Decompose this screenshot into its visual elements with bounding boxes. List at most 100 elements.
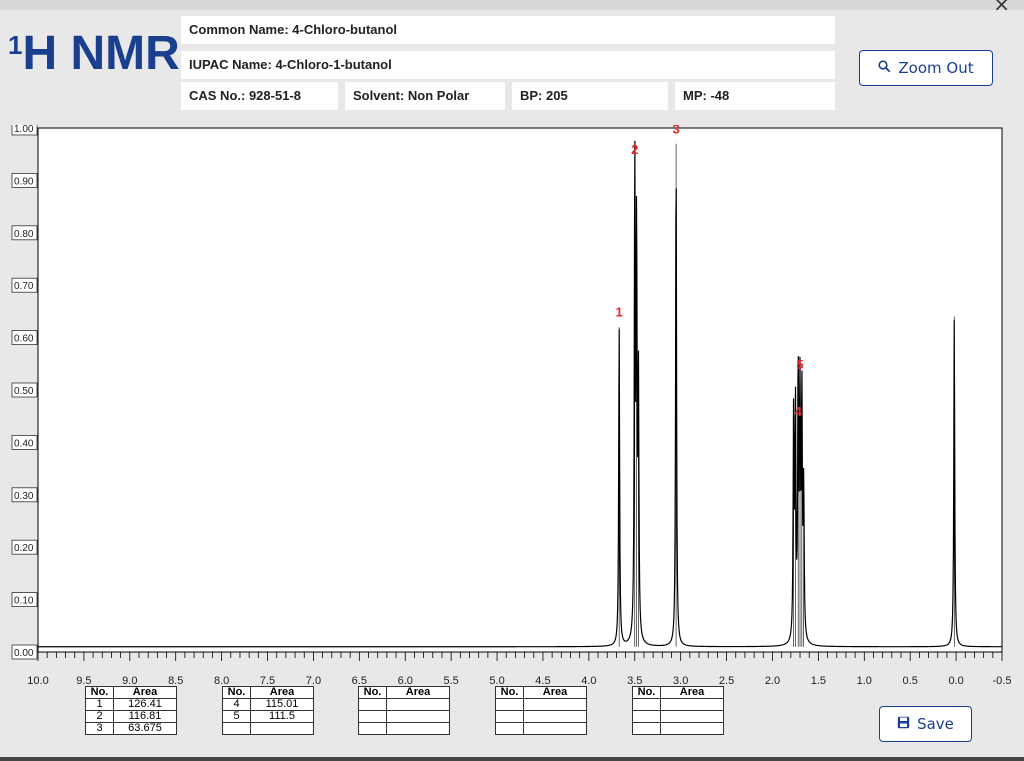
peak-number-cell <box>632 722 661 735</box>
peak-area-table: No. Area <box>495 686 587 735</box>
x-tick-label: 1.0 <box>857 675 872 687</box>
table-row: 4 115.01 <box>222 698 314 711</box>
peak-number-cell: 2 <box>85 710 114 723</box>
peak-area-cell: 116.81 <box>113 710 177 723</box>
table-row <box>358 710 450 723</box>
plot-area <box>37 127 1003 653</box>
peak-area-table: No. Area 1 126.41 2 116.81 3 63.675 <box>85 686 177 735</box>
table-header-no: No. <box>85 686 114 699</box>
spectrum-svg: 1.00 0.90 0.80 0.70 0.60 0.50 0.40 0.30 0.20 0.10… <box>11 120 1012 687</box>
x-tick-label: 1.5 <box>811 675 826 687</box>
table-header-no: No. <box>495 686 524 699</box>
x-tick-label: 0.0 <box>948 675 963 687</box>
y-tick-label: 0.20 <box>14 543 34 554</box>
table-row: 3 63.675 <box>85 722 177 735</box>
melting-point-field: MP: -48 <box>675 82 835 110</box>
y-tick-label: 0.00 <box>14 648 34 659</box>
table-header-area: Area <box>250 686 314 699</box>
peak-label: 3 <box>672 125 679 136</box>
peak-number-cell <box>495 722 524 735</box>
x-tick-label: -0.5 <box>993 675 1012 687</box>
y-tick-label: 0.90 <box>14 176 34 187</box>
peak-number-cell <box>358 710 387 723</box>
peak-area-table: No. Area <box>358 686 450 735</box>
y-tick-label: 0.40 <box>14 438 34 449</box>
peak-area-cell: 126.41 <box>113 698 177 711</box>
peak-area-cell <box>523 710 587 723</box>
table-row <box>495 710 587 723</box>
peak-area-cell <box>660 698 724 711</box>
y-tick-label: 0.70 <box>14 281 34 292</box>
peak-number-cell <box>495 710 524 723</box>
zoom-out-label: Zoom Out <box>898 59 974 77</box>
nmr-logo: 1H NMR <box>8 30 180 78</box>
peak-area-cell <box>386 710 450 723</box>
y-tick-label: 0.80 <box>14 229 34 240</box>
peak-label: 5 <box>796 357 803 372</box>
peak-area-cell <box>523 698 587 711</box>
window-bottom-edge <box>0 757 1024 761</box>
table-row: 1 126.41 <box>85 698 177 711</box>
peak-number-cell <box>222 722 251 735</box>
peak-area-cell <box>660 710 724 723</box>
table-row: 5 111.5 <box>222 710 314 723</box>
table-header-area: Area <box>660 686 724 699</box>
peak-label: 2 <box>631 142 638 157</box>
logo-superscript: 1 <box>8 30 23 60</box>
peak-number-cell <box>632 710 661 723</box>
y-tick-label: 0.10 <box>14 596 34 607</box>
common-name-field: Common Name: 4-Chloro-butanol <box>181 16 835 44</box>
x-tick-label: 0.5 <box>903 675 918 687</box>
peak-number-cell <box>358 722 387 735</box>
table-row <box>632 710 724 723</box>
peak-area-table: No. Area 4 115.01 5 111.5 <box>222 686 314 735</box>
table-row <box>358 722 450 735</box>
floppy-disk-icon <box>897 716 910 733</box>
peak-number-cell <box>358 698 387 711</box>
peak-area-cell: 111.5 <box>250 710 314 723</box>
peak-area-cell <box>523 722 587 735</box>
iupac-name-field: IUPAC Name: 4-Chloro-1-butanol <box>181 51 835 79</box>
table-header-area: Area <box>523 686 587 699</box>
peak-number-cell <box>495 698 524 711</box>
peak-area-table: No. Area <box>632 686 724 735</box>
peak-number-cell: 4 <box>222 698 251 711</box>
window-top-bar <box>0 0 1024 10</box>
peak-area-cell <box>386 698 450 711</box>
magnifier-icon <box>878 59 891 77</box>
table-header-area: Area <box>386 686 450 699</box>
x-tick-label: 2.0 <box>765 675 780 687</box>
peak-area-cell: 115.01 <box>250 698 314 711</box>
table-row <box>358 698 450 711</box>
y-tick-label: 0.60 <box>14 334 34 345</box>
peak-label: 1 <box>616 305 623 320</box>
save-label: Save <box>917 715 954 733</box>
table-row <box>222 722 314 735</box>
zoom-out-button[interactable]: Zoom Out <box>859 50 993 86</box>
table-row: 2 116.81 <box>85 710 177 723</box>
logo-text: H NMR <box>22 27 180 80</box>
table-row <box>495 698 587 711</box>
peak-number-cell <box>632 698 661 711</box>
nmr-spectrum-chart[interactable]: 1.00 0.90 0.80 0.70 0.60 0.50 0.40 0.30 0.20 0.10… <box>0 120 1024 690</box>
peak-number-cell: 5 <box>222 710 251 723</box>
peak-area-cell <box>386 722 450 735</box>
close-icon[interactable]: × <box>993 0 1010 16</box>
peak-area-cell <box>250 722 314 735</box>
solvent-field: Solvent: Non Polar <box>345 82 505 110</box>
peak-area-cell: 63.675 <box>113 722 177 735</box>
table-header-area: Area <box>113 686 177 699</box>
peak-number-cell: 3 <box>85 722 114 735</box>
boiling-point-field: BP: 205 <box>512 82 668 110</box>
x-tick-label: 10.0 <box>27 675 48 687</box>
cas-number-field: CAS No.: 928-51-8 <box>181 82 338 110</box>
y-tick-label: 0.30 <box>14 491 34 502</box>
table-header-no: No. <box>632 686 661 699</box>
table-header-no: No. <box>358 686 387 699</box>
save-button[interactable]: Save <box>879 706 972 742</box>
y-tick-label: 1.00 <box>14 125 34 135</box>
y-tick-label: 0.50 <box>14 386 34 397</box>
table-row <box>495 722 587 735</box>
table-row <box>632 698 724 711</box>
peak-label: 4 <box>795 404 803 419</box>
